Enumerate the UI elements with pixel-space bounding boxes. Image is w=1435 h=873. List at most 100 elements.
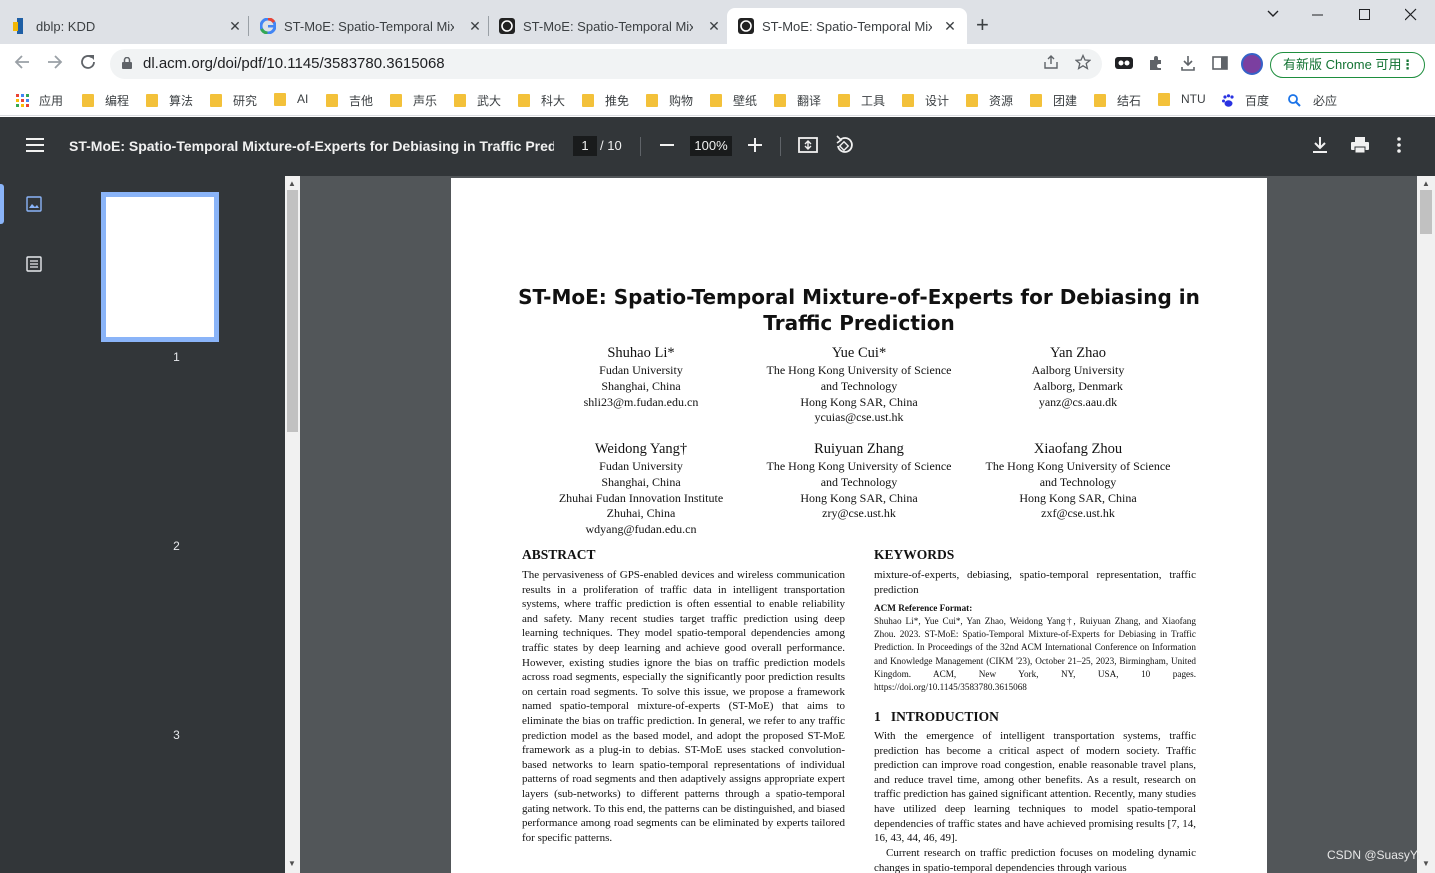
bookmark-item[interactable]: 研究 [210,92,257,109]
close-tab-icon[interactable]: ✕ [941,17,959,35]
zoom-out-icon[interactable] [659,133,675,163]
url-text[interactable]: dl.acm.org/doi/pdf/10.1145/3583780.36150… [143,55,445,72]
bookmark-item[interactable]: 必应 [1288,92,1337,109]
tab-acm-1[interactable]: ST-MoE: Spatio-Temporal Mix ✕ [499,8,727,44]
acm-icon [499,18,515,34]
avatar[interactable] [1241,53,1263,75]
close-tab-icon[interactable]: ✕ [226,17,244,35]
close-window-icon[interactable] [1404,6,1417,26]
page-count: / 10 [600,138,622,153]
thumbnail-number: 1 [173,350,180,364]
bookmark-label: 团建 [1053,94,1078,108]
rotate-icon[interactable] [834,133,854,163]
bookmark-item[interactable]: 编程 [82,92,129,109]
bookmark-item[interactable]: 百度 [1222,92,1269,109]
pdf-toolbar: ST-MoE: Spatio-Temporal Mixture-of-Exper… [0,117,1435,176]
page-thumbnail-1[interactable] [101,192,219,342]
more-menu-icon[interactable]: ⋮ [1401,53,1414,77]
thumbnails-icon[interactable] [26,196,42,212]
bookmark-item[interactable]: 算法 [146,92,193,109]
zoom-in-icon[interactable] [747,133,763,163]
update-chrome-button[interactable]: 有新版 Chrome 可用 ⋮ [1270,52,1425,78]
bookmark-label: 壁纸 [733,94,758,108]
viewer-scrollbar[interactable]: ▲ ▼ [1417,176,1435,873]
watermark: CSDN @SuasyYi [1327,848,1421,862]
thumbnail-scrollbar[interactable]: ▲ ▼ [285,176,300,873]
bookmark-star-icon[interactable] [1074,53,1092,74]
bookmark-item[interactable]: 购物 [646,92,693,109]
scrollbar-thumb[interactable] [1420,190,1432,234]
folder-icon [518,94,530,107]
bookmark-item[interactable]: 壁纸 [710,92,757,109]
tab-google[interactable]: ST-MoE: Spatio-Temporal Mix ✕ [260,8,488,44]
bookmark-item[interactable]: 科大 [518,92,565,109]
scrollbar-thumb[interactable] [287,190,298,432]
scroll-down-arrow-icon[interactable]: ▼ [1422,859,1430,868]
bookmark-item[interactable]: 吉他 [326,92,373,109]
folder-icon [1030,94,1042,107]
extensions-puzzle-icon[interactable] [1148,55,1164,75]
active-indicator [0,184,4,224]
bookmark-label: 声乐 [413,94,438,108]
folder-icon [902,94,914,107]
bookmark-item[interactable]: 资源 [966,92,1013,109]
bookmark-item[interactable]: 应用 [16,92,63,109]
print-icon[interactable] [1350,133,1370,163]
forward-icon[interactable] [46,53,64,75]
tab-search-icon[interactable] [1266,6,1280,24]
bookmark-item[interactable]: 推免 [582,92,629,109]
minimize-icon[interactable] [1312,6,1324,26]
scroll-up-arrow-icon[interactable]: ▲ [288,179,296,188]
bookmark-label: 研究 [233,94,258,108]
pdf-viewer: ST-MoE: Spatio-Temporal Mixture-of-Exper… [300,176,1417,873]
bookmark-item[interactable]: 翻译 [774,92,821,109]
maximize-icon[interactable] [1359,6,1371,26]
fit-page-icon[interactable] [798,133,818,163]
more-actions-icon[interactable] [1396,133,1402,163]
download-icon[interactable] [1180,55,1196,75]
author-block: Weidong Yang† Fudan University Shanghai,… [558,441,724,537]
close-tab-icon[interactable]: ✕ [705,17,723,35]
reload-icon[interactable] [79,53,97,75]
page-number-input[interactable]: 1 [573,136,597,156]
baidu-icon [1222,94,1245,107]
acm-ref-heading: ACM Reference Format: [874,603,973,613]
zoom-input[interactable]: 100% [690,136,732,156]
acm-ref-text: Shuhao Li*, Yue Cui*, Yan Zhao, Weidong … [874,616,1196,693]
bookmark-label: 应用 [39,94,64,108]
intro-paragraph: Current research on traffic prediction f… [874,847,1196,873]
abstract-text: The pervasiveness of GPS-enabled devices… [522,569,845,844]
bookmark-item[interactable]: AI [274,92,308,106]
bookmark-item[interactable]: 声乐 [390,92,437,109]
bookmark-item[interactable]: 武大 [454,92,501,109]
menu-icon[interactable] [26,138,44,152]
bookmark-item[interactable]: 团建 [1030,92,1077,109]
paper-title: ST-MoE: Spatio-Temporal Mixture-of-Exper… [518,285,1200,335]
scroll-down-arrow-icon[interactable]: ▼ [288,859,296,868]
thumbnail-number: 2 [173,539,180,553]
tab-acm-active[interactable]: ST-MoE: Spatio-Temporal Mix ✕ [727,8,967,44]
outline-icon[interactable] [26,256,42,272]
bookmark-item[interactable]: 设计 [902,92,949,109]
folder-icon [274,92,286,106]
scroll-up-arrow-icon[interactable]: ▲ [1422,179,1430,188]
new-tab-button[interactable]: + [976,14,989,36]
bookmarks-bar: 应用 编程 算法 研究 AI 吉他 声乐 武大 科大 推免 购物 壁纸 翻译 工具 设计 资源 团建 结石 NTU 百… [0,84,1435,116]
bookmark-label: AI [297,92,309,106]
lock-icon[interactable] [122,56,132,69]
bookmark-item[interactable]: 工具 [838,92,885,109]
side-panel-icon[interactable] [1212,55,1228,75]
address-bar[interactable]: dl.acm.org/doi/pdf/10.1145/3583780.36150… [110,49,1102,79]
close-tab-icon[interactable]: ✕ [466,17,484,35]
bookmark-label: 工具 [861,94,886,108]
download-pdf-icon[interactable] [1311,133,1329,163]
folder-icon [646,94,658,107]
intro-paragraph: With the emergence of intelligent transp… [874,730,1196,845]
bookmark-item[interactable]: NTU [1158,92,1206,106]
tab-dblp[interactable]: dblp: KDD ✕ [12,8,248,44]
bookmark-item[interactable]: 结石 [1094,92,1141,109]
extension-icon[interactable] [1115,55,1133,75]
back-icon[interactable] [13,53,31,75]
browser-toolbar: dl.acm.org/doi/pdf/10.1145/3583780.36150… [0,44,1435,84]
share-icon[interactable] [1043,54,1059,74]
